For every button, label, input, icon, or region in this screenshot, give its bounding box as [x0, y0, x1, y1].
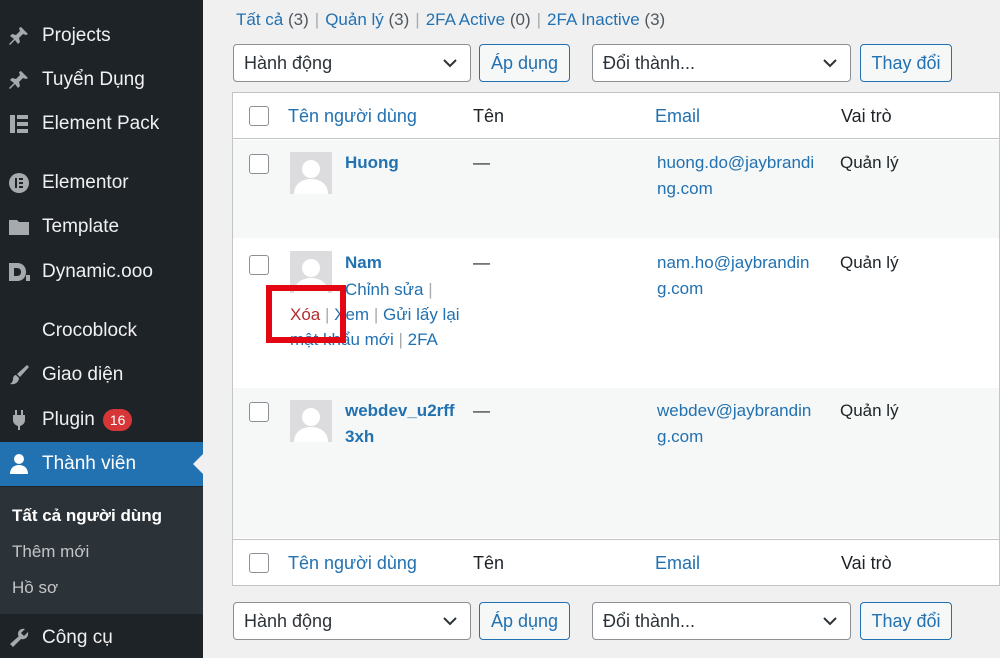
table-row: webdev_u2rff3xh — webdev@jaybranding.com…: [233, 388, 999, 538]
sidebar-item-label: Thành viên: [42, 453, 137, 474]
sidebar-item-label: Plugin: [42, 409, 95, 430]
twofa-link[interactable]: 2FA: [408, 330, 438, 349]
sidebar-item-thanh-vien[interactable]: Thành viên: [0, 442, 203, 486]
row-checkbox[interactable]: [249, 402, 269, 422]
username-link[interactable]: webdev_u2rff3xh: [345, 398, 455, 450]
chevron-down-icon: [823, 617, 837, 626]
user-icon: [6, 451, 32, 477]
change-role-button-bottom[interactable]: Thay đổi: [860, 602, 952, 640]
sidebar-item-elementor[interactable]: Elementor: [0, 161, 203, 205]
row-actions: Chỉnh sửa |: [345, 280, 433, 299]
column-username[interactable]: Tên người dùng: [288, 106, 417, 127]
sidebar-item-label: Giao diện: [42, 364, 124, 385]
submenu-all-users[interactable]: Tất cả người dùng: [12, 506, 162, 526]
filter-2fa-inactive[interactable]: 2FA Inactive: [547, 10, 640, 29]
select-all-checkbox[interactable]: [249, 106, 269, 126]
change-role-button-top[interactable]: Thay đổi: [860, 44, 952, 82]
username-link[interactable]: Huong: [345, 150, 399, 176]
plugin-update-badge: 16: [102, 409, 133, 431]
bulk-action-select-bottom[interactable]: Hành động: [233, 602, 471, 640]
avatar: [290, 400, 332, 442]
table-row: Huong — huong.do@jaybranding.com Quản lý: [233, 140, 999, 238]
column-email[interactable]: Email: [655, 106, 700, 127]
row-checkbox[interactable]: [249, 255, 269, 275]
sidebar-item-label: Dynamic.ooo: [42, 261, 153, 282]
filter-2fa-active[interactable]: 2FA Active: [426, 10, 505, 29]
submenu-profile[interactable]: Hồ sơ: [12, 578, 58, 598]
brush-icon: [6, 362, 32, 388]
table-footer: Tên người dùng Tên Email Vai trò: [233, 539, 1000, 585]
sidebar-item-label: Element Pack: [42, 113, 160, 134]
role-change-select-bottom[interactable]: Đổi thành...: [592, 602, 851, 640]
column-username-footer[interactable]: Tên người dùng: [288, 553, 417, 574]
plugin-icon: [6, 407, 32, 433]
element-pack-icon: [6, 111, 32, 137]
sidebar-item-label: Crocoblock: [42, 320, 138, 341]
user-role: Quản lý: [840, 153, 899, 172]
sidebar-item-dynamic[interactable]: Dynamic.ooo: [0, 250, 203, 294]
sidebar-item-tuyen-dung[interactable]: Tuyển Dụng: [0, 58, 203, 102]
dynamic-icon: [6, 259, 32, 285]
user-role-filters: Tất cả (3) | Quản lý (3) | 2FA Active (0) | 2F…: [236, 10, 666, 29]
apply-button-bottom[interactable]: Áp dụng: [479, 602, 570, 640]
user-name: —: [473, 153, 490, 172]
users-table: Tên người dùng Tên Email Vai trò Huong —…: [232, 92, 1000, 586]
users-submenu: Tất cả người dùng Thêm mới Hồ sơ: [0, 487, 203, 614]
filter-admin[interactable]: Quản lý: [325, 10, 384, 29]
filter-all[interactable]: Tất cả: [236, 10, 283, 29]
bulk-action-select-top[interactable]: Hành động: [233, 44, 471, 82]
sidebar-item-giao-dien[interactable]: Giao diện: [0, 353, 203, 397]
sidebar-item-template[interactable]: Template: [0, 205, 203, 249]
sidebar-item-label: Công cụ: [42, 627, 113, 648]
sidebar-item-projects[interactable]: Projects: [0, 14, 203, 58]
user-name: —: [473, 401, 490, 420]
admin-sidebar: Projects Tuyển Dụng Element Pack Element…: [0, 0, 203, 658]
role-change-select-top[interactable]: Đổi thành...: [592, 44, 851, 82]
sidebar-item-label: Projects: [42, 25, 111, 46]
chevron-down-icon: [443, 617, 457, 626]
user-email[interactable]: webdev@jaybranding.com: [657, 398, 822, 450]
sidebar-item-element-pack[interactable]: Element Pack: [0, 102, 203, 146]
sidebar-item-label: Template: [42, 216, 120, 237]
row-checkbox[interactable]: [249, 154, 269, 174]
column-name-footer: Tên: [473, 553, 505, 573]
column-name: Tên: [473, 106, 505, 126]
user-role: Quản lý: [840, 253, 899, 272]
table-row: Nam Chỉnh sửa | Xóa | Xem | Gửi lấy lại …: [233, 238, 999, 388]
chevron-down-icon: [443, 59, 457, 68]
wrench-icon: [6, 625, 32, 651]
sidebar-item-cong-cu[interactable]: Công cụ: [0, 616, 203, 658]
sidebar-item-label: Tuyển Dụng: [42, 69, 145, 90]
user-email[interactable]: nam.ho@jaybranding.com: [657, 250, 822, 302]
username-link[interactable]: Nam: [345, 250, 382, 276]
pin-icon: [6, 23, 32, 49]
select-all-checkbox-footer[interactable]: [249, 553, 269, 573]
table-header: Tên người dùng Tên Email Vai trò: [233, 93, 1000, 139]
submenu-add-new[interactable]: Thêm mới: [12, 542, 89, 562]
elementor-icon: [6, 170, 32, 196]
column-email-footer[interactable]: Email: [655, 553, 700, 574]
column-role: Vai trò: [841, 106, 892, 126]
delete-highlight-box: [266, 285, 346, 343]
column-role-footer: Vai trò: [841, 553, 892, 573]
sidebar-item-crocoblock[interactable]: Crocoblock: [0, 309, 203, 353]
user-role: Quản lý: [840, 401, 899, 420]
avatar: [290, 152, 332, 194]
sidebar-item-label: Elementor: [42, 172, 129, 193]
user-name: —: [473, 253, 490, 272]
pin-icon: [6, 67, 32, 93]
chevron-down-icon: [823, 59, 837, 68]
apply-button-top[interactable]: Áp dụng: [479, 44, 570, 82]
folder-icon: [6, 214, 32, 240]
sidebar-item-plugin[interactable]: Plugin 16: [0, 398, 203, 442]
user-email[interactable]: huong.do@jaybranding.com: [657, 150, 822, 202]
edit-link[interactable]: Chỉnh sửa: [345, 280, 423, 299]
